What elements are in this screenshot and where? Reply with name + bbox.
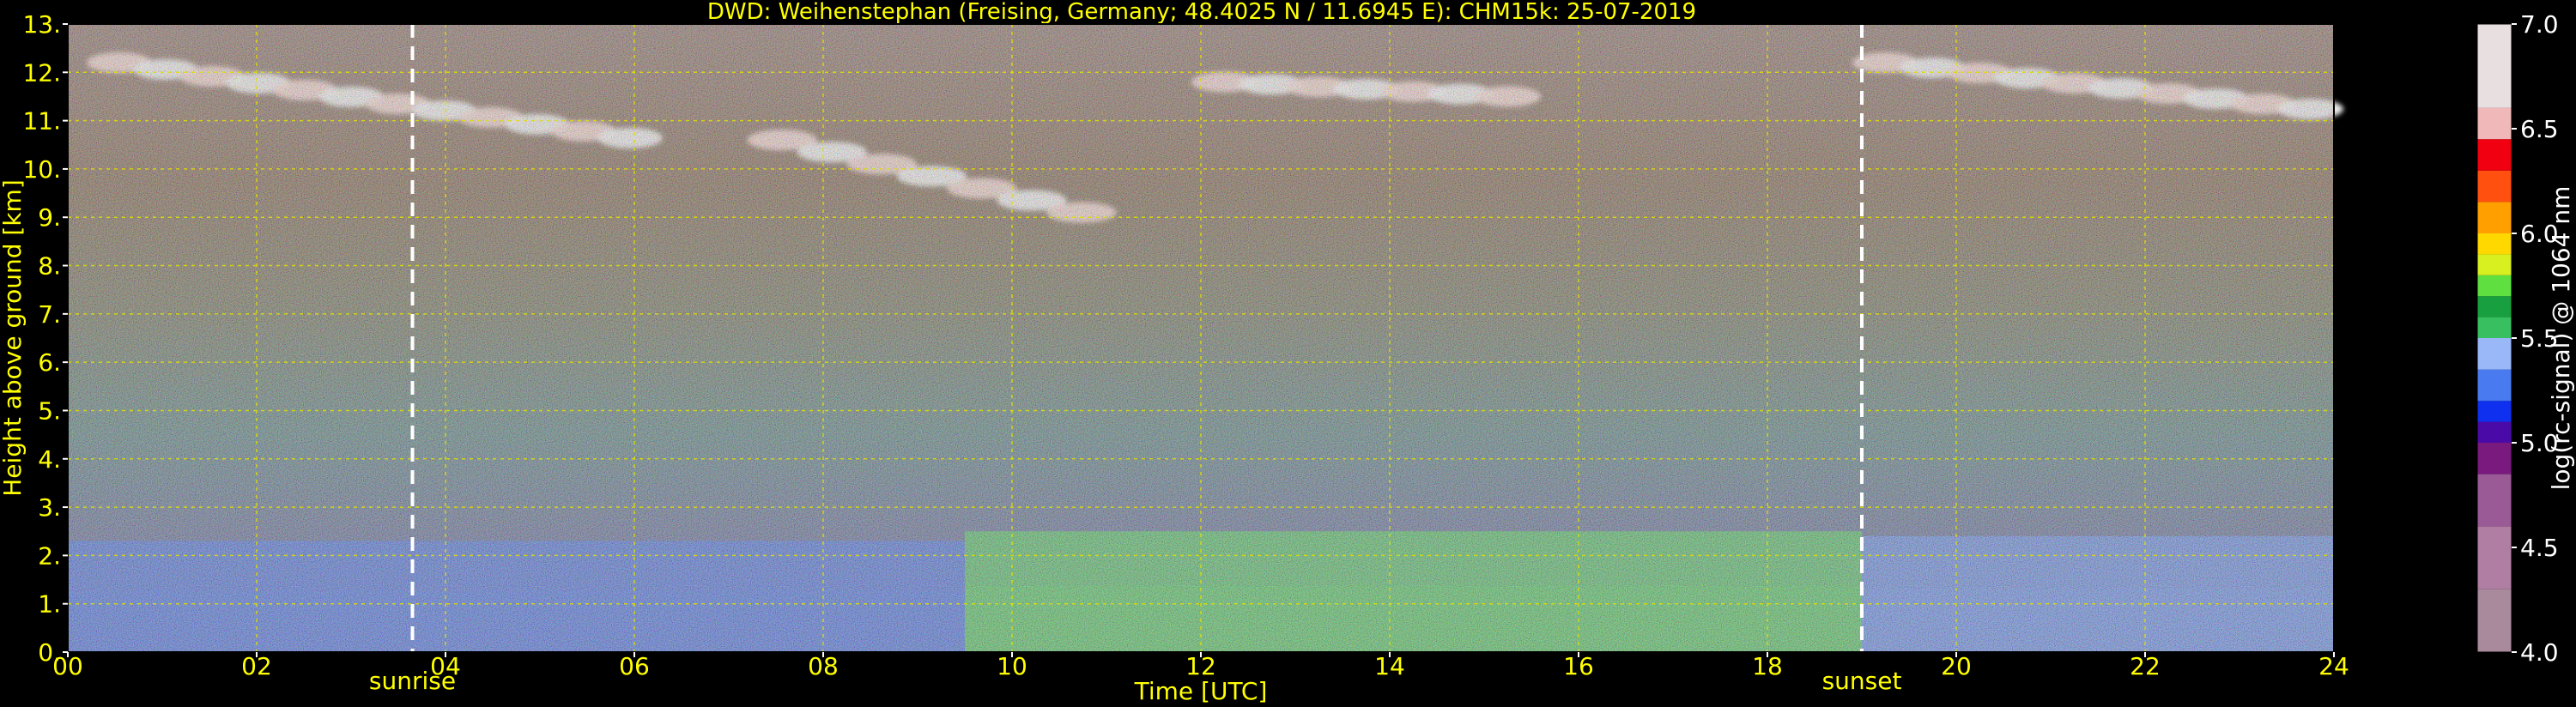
x-tick-label: 16 bbox=[1563, 652, 1594, 680]
y-tick-label: 7. bbox=[38, 300, 61, 329]
x-tick-label: 20 bbox=[1941, 652, 1972, 680]
colorbar-band bbox=[2477, 170, 2512, 202]
colorbar-band bbox=[2477, 401, 2512, 422]
y-tick-label: 10. bbox=[22, 155, 61, 184]
plot-area bbox=[67, 23, 2343, 653]
annotation-label-sunset: sunset bbox=[1822, 667, 1902, 695]
x-axis-label: Time [UTC] bbox=[1134, 677, 1268, 705]
colorbar-band bbox=[2477, 369, 2512, 402]
x-tick-label: 18 bbox=[1752, 652, 1783, 680]
chart-title: DWD: Weihenstephan (Freising, Germany; 4… bbox=[707, 0, 1696, 25]
colorbar-band bbox=[2477, 338, 2512, 370]
ceilometer-chart: DWD: Weihenstephan (Freising, Germany; 4… bbox=[0, 0, 2576, 707]
colorbar-bands bbox=[2477, 24, 2512, 652]
colorbar-tick-label: 6.5 bbox=[2520, 115, 2559, 143]
y-tick-label: 8. bbox=[38, 252, 61, 281]
colorbar-label: log(rc-signal) @ 1064 nm bbox=[2547, 186, 2575, 491]
colorbar-band bbox=[2477, 107, 2512, 140]
y-tick-label: 9. bbox=[38, 203, 61, 232]
y-tick-label: 2. bbox=[38, 541, 61, 570]
y-axis: 0. 1. 2. 3. 4. 5. 6. 7. 8. 9. 10. 11. 12. 13. bbox=[22, 10, 68, 667]
y-tick-label: 11. bbox=[22, 107, 61, 136]
y-tick-label: 12. bbox=[22, 58, 61, 87]
x-tick-label: 24 bbox=[2318, 652, 2349, 680]
colorbar: 4.04.55.05.56.06.57.0 log(rc-signal) @ 1… bbox=[2476, 10, 2575, 667]
colorbar-band bbox=[2477, 296, 2512, 317]
y-tick-label: 6. bbox=[38, 348, 61, 377]
x-tick-label: 14 bbox=[1374, 652, 1405, 680]
colorbar-tick-label: 4.5 bbox=[2520, 534, 2559, 562]
colorbar-tick-label: 4.0 bbox=[2520, 638, 2559, 667]
x-tick-label: 06 bbox=[619, 652, 650, 680]
colorbar-band bbox=[2477, 589, 2512, 652]
colorbar-tick-label: 7.0 bbox=[2520, 10, 2559, 39]
colorbar-band bbox=[2477, 233, 2512, 255]
x-tick-label: 02 bbox=[241, 652, 272, 680]
x-tick-label: 08 bbox=[808, 652, 839, 680]
y-tick-label: 5. bbox=[38, 396, 61, 425]
colorbar-band bbox=[2477, 474, 2512, 527]
colorbar-band bbox=[2477, 443, 2512, 474]
colorbar-band bbox=[2477, 421, 2512, 443]
x-tick-label: 10 bbox=[997, 652, 1027, 680]
colorbar-band bbox=[2477, 202, 2512, 233]
y-tick-label: 13. bbox=[22, 10, 61, 39]
x-tick-label: 22 bbox=[2130, 652, 2161, 680]
y-tick-label: 4. bbox=[38, 445, 61, 474]
chart-svg: DWD: Weihenstephan (Freising, Germany; 4… bbox=[0, 0, 2575, 705]
colorbar-band bbox=[2477, 139, 2512, 171]
y-tick-label: 1. bbox=[38, 590, 61, 619]
y-tick-label: 3. bbox=[38, 493, 61, 522]
x-tick-label: 04 bbox=[430, 652, 461, 680]
colorbar-band bbox=[2477, 24, 2512, 108]
colorbar-band bbox=[2477, 317, 2512, 338]
colorbar-band bbox=[2477, 275, 2512, 297]
colorbar-band bbox=[2477, 526, 2512, 589]
colorbar-band bbox=[2477, 254, 2512, 275]
y-tick-label: 0. bbox=[38, 638, 61, 667]
y-axis-label: Height above ground [km] bbox=[0, 179, 27, 497]
